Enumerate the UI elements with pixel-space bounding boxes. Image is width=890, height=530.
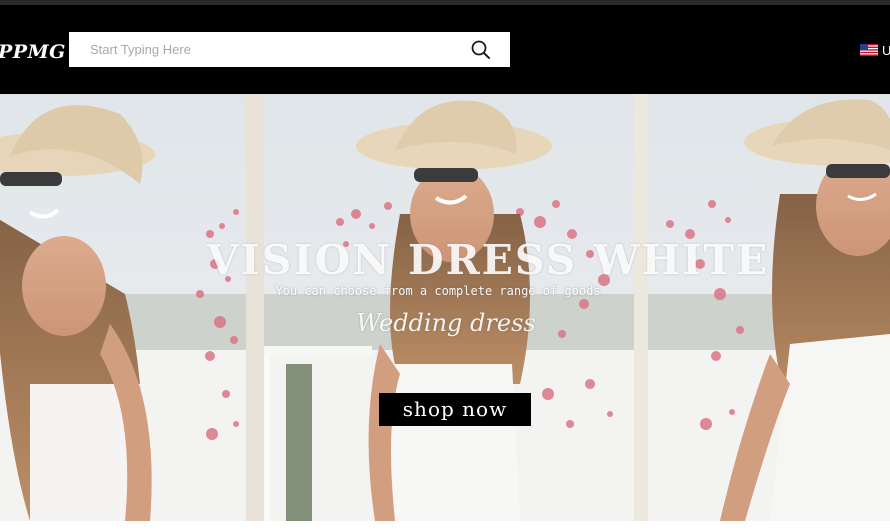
search-icon [471,40,490,59]
hero-script-text: Wedding dress [356,309,536,337]
us-flag-icon [860,44,878,56]
hero-title: VISION DRESS WHITE [206,236,770,284]
page-bottom-strip [0,521,890,530]
hero-subtitle: You can choose from a complete range of … [275,284,601,298]
hero-banner: VISION DRESS WHITE You can choose from a… [0,94,890,521]
site-header: PPMG U [0,5,890,94]
page: PPMG U [0,0,890,530]
shop-now-button[interactable]: shop now [379,393,531,426]
region-label: U [882,42,890,58]
search-button[interactable] [469,38,493,62]
search-bar [69,32,510,67]
search-input[interactable] [69,32,459,67]
site-logo[interactable]: PPMG [0,41,66,63]
region-selector[interactable]: U [860,42,890,58]
hero-background-image [0,94,890,521]
